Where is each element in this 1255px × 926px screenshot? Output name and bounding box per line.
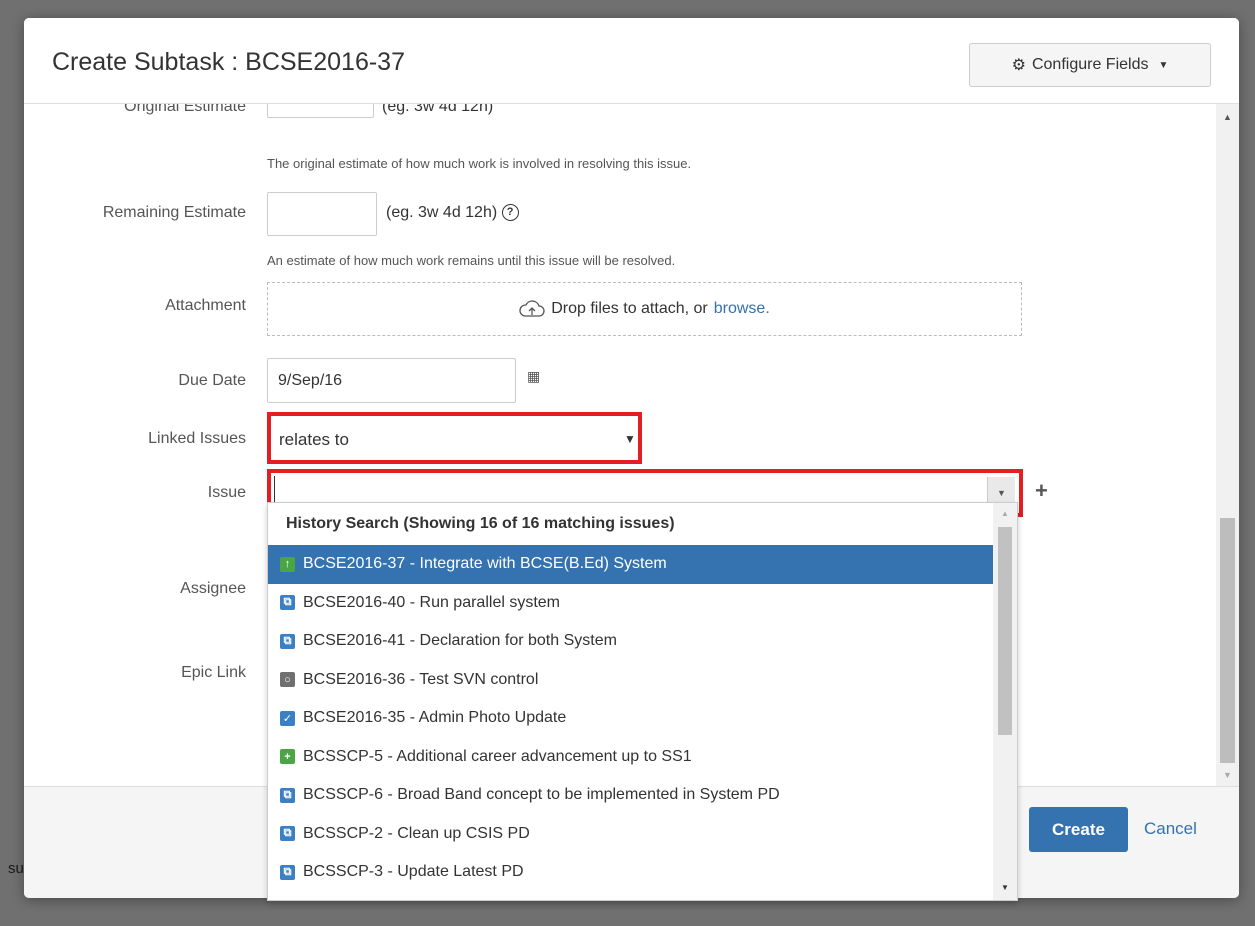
assignee-label: Assignee <box>180 580 246 597</box>
select-arrow-icon: ▼ <box>624 432 636 446</box>
subtask-icon: ⧉ <box>280 864 295 880</box>
issue-suggestion-text: BCSE2016-40 - Run parallel system <box>303 593 561 611</box>
scroll-up-arrow-icon[interactable]: ▲ <box>1223 112 1232 122</box>
subtask-icon: ⧉ <box>280 595 295 611</box>
configure-fields-button[interactable]: ⚙ Configure Fields ▼ <box>969 43 1211 87</box>
epic-link-label: Epic Link <box>181 664 246 681</box>
suggestions-scrollbar[interactable]: ▲ ▼ <box>993 503 1017 900</box>
gear-icon: ⚙ <box>1011 57 1026 74</box>
subtask-icon: ⧉ <box>280 826 295 842</box>
scroll-thumb[interactable] <box>1220 518 1235 763</box>
attachment-label: Attachment <box>165 297 246 314</box>
remaining-estimate-hint: (eg. 3w 4d 12h) <box>386 204 498 221</box>
issue-suggestion-item[interactable]: ↑ BCSE2016-37 - Integrate with BCSE(B.Ed)… <box>268 545 994 584</box>
issue-suggestion-item[interactable]: ⧉ BCSSCP-3 - Update Latest PD <box>268 853 994 892</box>
original-estimate-input[interactable] <box>267 104 374 118</box>
other-icon: ○ <box>280 672 295 688</box>
improvement-icon: ↑ <box>280 556 295 572</box>
calendar-icon[interactable]: ▦ <box>527 368 540 385</box>
issue-suggestion-item[interactable]: ✓ BCSE2016-35 - Admin Photo Update <box>268 699 994 738</box>
dialog-scrollbar[interactable]: ▲ ▼ <box>1216 104 1239 786</box>
issue-suggestion-text: BCSSCP-2 - Clean up CSIS PD <box>303 824 530 842</box>
issue-suggestion-item[interactable]: ⧉ BCSSCP-6 - Broad Band concept to be imp… <box>268 776 994 815</box>
configure-fields-label: Configure Fields <box>1031 56 1149 73</box>
dialog-header: Create Subtask : BCSE2016-37 ⚙ Configure… <box>24 18 1239 104</box>
issue-label: Issue <box>207 484 246 501</box>
scroll-up-arrow-icon[interactable]: ▲ <box>1001 509 1009 518</box>
issue-suggestion-item[interactable]: + BCSSCP-5 - Additional career advancemen… <box>268 738 994 777</box>
dialog-title: Create Subtask : BCSE2016-37 <box>52 48 405 76</box>
issue-suggestion-item[interactable]: ○ BCSE2016-36 - Test SVN control <box>268 661 994 700</box>
due-date-input[interactable] <box>267 358 516 403</box>
issue-suggestion-text: BCSSCP-3 - Update Latest PD <box>303 863 524 881</box>
attachment-dropzone[interactable]: Drop files to attach, or browse. <box>267 282 1022 336</box>
subtask-icon: ⧉ <box>280 633 295 649</box>
linked-issues-label: Linked Issues <box>148 430 246 447</box>
new-feature-icon: + <box>280 749 295 765</box>
scroll-down-arrow-icon[interactable]: ▼ <box>1223 770 1232 780</box>
remaining-estimate-hint-row: (eg. 3w 4d 12h) ? <box>386 204 519 222</box>
issue-suggestions-dropdown: History Search (Showing 16 of 16 matchin… <box>267 502 1018 901</box>
cloud-upload-icon <box>519 300 545 317</box>
browse-link[interactable]: browse. <box>714 300 770 318</box>
original-estimate-help: The original estimate of how much work i… <box>267 156 692 171</box>
due-date-label: Due Date <box>178 372 246 389</box>
issue-suggestion-text: BCSE2016-41 - Declaration for both Syste… <box>303 632 617 650</box>
remaining-estimate-label: Remaining Estimate <box>102 204 246 221</box>
issue-suggestion-text: BCSSCP-5 - Additional career advancement… <box>303 747 692 765</box>
dropzone-text: Drop files to attach, or <box>551 300 708 317</box>
original-estimate-hint: (eg. 3w 4d 12h) <box>382 104 494 115</box>
original-estimate-label: Original Estimate <box>124 104 246 115</box>
subtask-icon: ⧉ <box>280 787 295 803</box>
create-button[interactable]: Create <box>1029 807 1128 852</box>
cancel-link[interactable]: Cancel <box>1144 819 1197 839</box>
issue-suggestion-text: BCSE2016-37 - Integrate with BCSE(B.Ed) … <box>303 555 667 573</box>
caret-down-icon: ▼ <box>1158 59 1169 71</box>
issue-suggestion-item[interactable]: ⧉ BCSE2016-40 - Run parallel system <box>268 584 994 623</box>
remaining-estimate-input[interactable] <box>267 192 377 236</box>
issue-suggestion-text: BCSE2016-35 - Admin Photo Update <box>303 709 567 727</box>
suggestions-scroll-thumb[interactable] <box>998 527 1012 735</box>
issue-suggestion-item[interactable]: ⧉ BCSE2016-41 - Declaration for both Syst… <box>268 622 994 661</box>
add-issue-plus-icon[interactable]: + <box>1035 478 1048 504</box>
linked-issues-select[interactable]: relates to <box>279 430 349 450</box>
issue-suggestion-item[interactable]: ⧉ BCSSCP-2 - Clean up CSIS PD <box>268 815 994 854</box>
issue-suggestions-list: ↑ BCSE2016-37 - Integrate with BCSE(B.Ed)… <box>268 545 994 892</box>
issue-suggestion-text: BCSE2016-36 - Test SVN control <box>303 670 539 688</box>
help-question-icon[interactable]: ? <box>501 204 519 222</box>
issue-suggestion-text: BCSSCP-6 - Broad Band concept to be impl… <box>303 786 780 804</box>
task-icon: ✓ <box>280 710 295 726</box>
scroll-down-arrow-icon[interactable]: ▼ <box>1001 883 1009 892</box>
history-search-header: History Search (Showing 16 of 16 matchin… <box>286 515 675 532</box>
remaining-estimate-help: An estimate of how much work remains unt… <box>267 253 676 268</box>
